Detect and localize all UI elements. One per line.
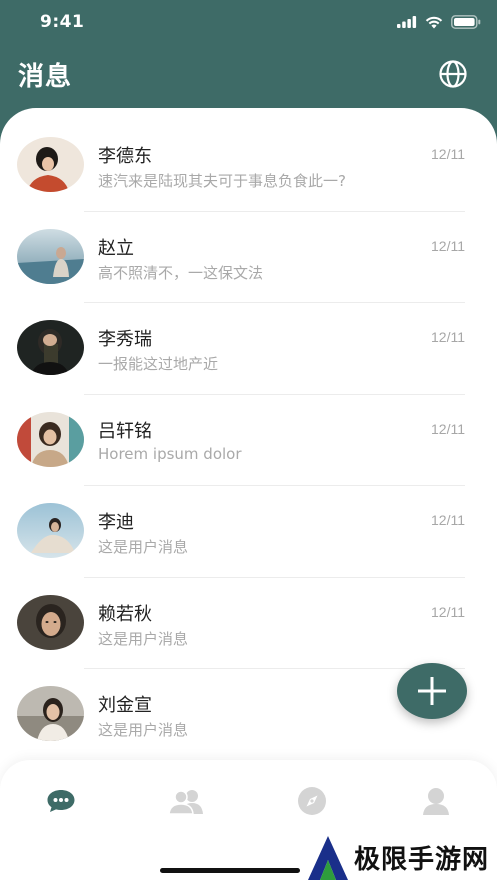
wifi-icon bbox=[425, 16, 443, 28]
tab-discover[interactable] bbox=[292, 786, 332, 816]
message-preview: 速汽来是陆现其夫可于事息负食此一? bbox=[98, 172, 346, 190]
message-preview: 这是用户消息 bbox=[98, 629, 189, 648]
watermark-logo-icon bbox=[308, 835, 348, 880]
message-item[interactable]: 李迪 12/11 这是用户消息 bbox=[0, 486, 497, 578]
message-item[interactable]: 李德东 12/11 速汽来是陆现其夫可于事息负食此一? bbox=[0, 120, 497, 212]
message-date: 12/11 bbox=[431, 146, 465, 162]
user-icon bbox=[423, 788, 449, 815]
message-date: 12/11 bbox=[431, 603, 465, 620]
avatar bbox=[17, 137, 84, 192]
message-preview: 一报能这过地产近 bbox=[98, 355, 219, 373]
message-item[interactable]: 吕轩铭 12/11 Horem ipsum dolor bbox=[0, 395, 497, 486]
compass-icon bbox=[298, 787, 326, 815]
message-item[interactable]: 赖若秋 12/11 这是用户消息 bbox=[0, 578, 497, 669]
globe-icon bbox=[439, 60, 467, 88]
contact-name: 赖若秋 bbox=[98, 603, 152, 625]
avatar bbox=[17, 228, 84, 284]
language-button[interactable] bbox=[437, 58, 469, 90]
signal-icon bbox=[397, 16, 417, 28]
message-date: 12/11 bbox=[431, 237, 465, 254]
page-title: 消息 bbox=[18, 62, 73, 92]
avatar bbox=[17, 411, 84, 467]
message-preview: 这是用户消息 bbox=[98, 721, 189, 739]
tab-messages[interactable] bbox=[41, 786, 81, 816]
contact-name: 赵立 bbox=[98, 237, 134, 259]
message-date: 12/11 bbox=[431, 420, 465, 437]
home-indicator bbox=[160, 868, 300, 873]
message-date: 12/11 bbox=[431, 329, 465, 345]
status-bar: 9:41 bbox=[0, 0, 497, 46]
avatar bbox=[17, 686, 84, 741]
contact-name: 李秀瑞 bbox=[98, 329, 152, 350]
avatar bbox=[17, 320, 84, 375]
tab-profile[interactable] bbox=[416, 786, 456, 816]
watermark: 极限手游网 bbox=[306, 832, 497, 883]
message-preview: 高不照清不，一这保文法 bbox=[98, 263, 264, 282]
plus-icon bbox=[418, 677, 446, 705]
contact-name: 吕轩铭 bbox=[98, 420, 152, 442]
contact-name: 李德东 bbox=[98, 146, 152, 167]
message-item[interactable]: 赵立 12/11 高不照清不，一这保文法 bbox=[0, 212, 497, 303]
battery-icon bbox=[451, 15, 481, 29]
header: 消息 bbox=[0, 46, 497, 106]
avatar bbox=[17, 594, 84, 650]
people-icon bbox=[168, 790, 203, 814]
watermark-text: 极限手游网 bbox=[354, 845, 490, 875]
message-preview: 这是用户消息 bbox=[98, 538, 189, 556]
contact-name: 李迪 bbox=[98, 512, 134, 533]
message-preview: Horem ipsum dolor bbox=[98, 444, 242, 463]
status-time: 9:41 bbox=[40, 12, 85, 32]
chat-bubble-icon bbox=[47, 790, 75, 812]
status-icons bbox=[397, 14, 481, 30]
message-date: 12/11 bbox=[431, 512, 465, 528]
avatar bbox=[17, 503, 84, 558]
add-button[interactable] bbox=[397, 663, 467, 719]
message-item[interactable]: 李秀瑞 12/11 一报能这过地产近 bbox=[0, 303, 497, 395]
tab-contacts[interactable] bbox=[166, 786, 206, 816]
contact-name: 刘金宣 bbox=[98, 695, 152, 716]
